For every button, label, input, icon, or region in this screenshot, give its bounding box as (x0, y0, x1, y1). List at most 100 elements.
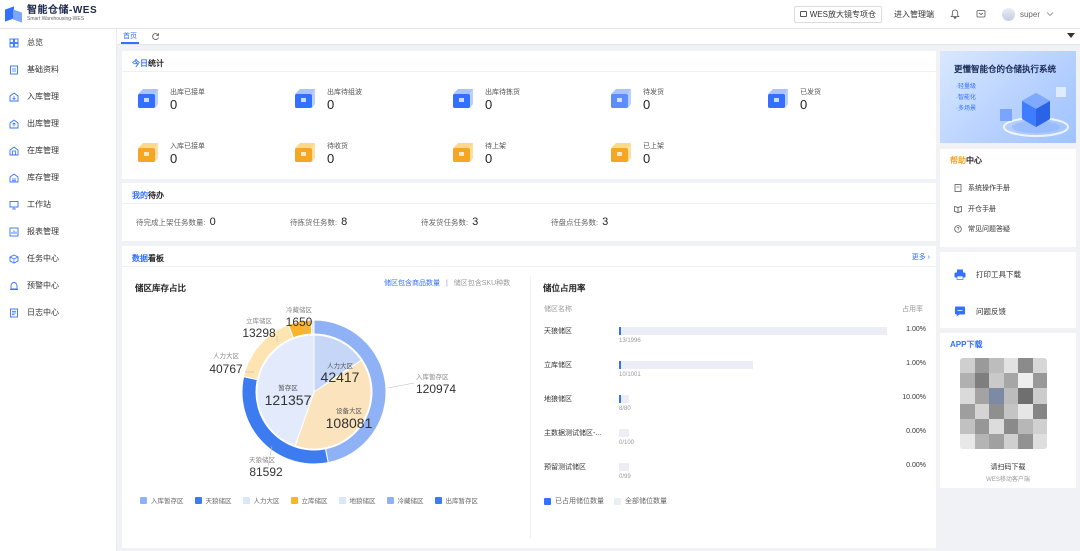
toggle-goods-qty[interactable]: 储区包含商品数量 (384, 280, 440, 287)
feedback-link[interactable]: 问题反馈 (954, 306, 1006, 317)
sidebar-item-task[interactable]: 任务中心 (0, 245, 116, 272)
qr-block (1018, 373, 1033, 389)
big-screen-button[interactable]: WES放大镜专项仓 (793, 5, 882, 23)
stat-shipped[interactable]: 已发货 0 (766, 85, 916, 117)
toggle-sku-count[interactable]: 储区包含SKU种数 (454, 280, 510, 287)
stat-to-receive[interactable]: 待收货 0 (293, 139, 443, 171)
sidebar-item-report[interactable]: 报表管理 (0, 218, 116, 245)
qr-block (974, 418, 989, 434)
sidebar-item-overview[interactable]: 总览 (0, 29, 116, 56)
qr-block (960, 418, 975, 434)
occupancy-legend: 已占用储位数量 全部储位数量 (544, 496, 667, 506)
admin-link[interactable]: 进入管理端 (894, 9, 934, 20)
qr-block (989, 373, 1004, 389)
sidebar-item-alert[interactable]: 预警中心 (0, 272, 116, 299)
occupancy-row: 预留测试储区 0/99 0.00% (544, 462, 926, 492)
legend-item[interactable]: 冷藏储区 (386, 495, 424, 505)
todo-item-shipping[interactable]: 待发货任务数: 3 (421, 216, 478, 228)
more-link[interactable]: 更多 › (912, 252, 930, 262)
legend-label: 天狼储区 (205, 498, 232, 505)
divider (122, 203, 936, 204)
stat-in-received[interactable]: 入库已接单 0 (136, 139, 286, 171)
today-stats-card: 今日统计 出库已接单 0 出库待组波 0 出库待拣货 0 待发货 0 已发货 0 入库已接单 0 待收货… (122, 51, 936, 179)
help-opening-manual[interactable]: 开仓手册 (954, 204, 996, 214)
todo-item-putaway[interactable]: 待完成上架任务数量: 0 (136, 216, 216, 228)
question-icon (954, 225, 962, 233)
help-center-title: 帮助中心 (950, 156, 982, 165)
legend-item[interactable]: 出库暂存区 (434, 495, 478, 505)
sidebar-item-inbound[interactable]: 入库管理 (0, 83, 116, 110)
qr-block (1003, 418, 1018, 434)
stat-value: 0 (643, 97, 651, 112)
legend-total: 全部储位数量 (625, 498, 667, 505)
stat-out-received[interactable]: 出库已接单 0 (136, 85, 286, 117)
stat-label: 出库已接单 (170, 89, 205, 96)
help-center-card: 帮助中心 系统操作手册 开仓手册 常见问题答疑 (940, 149, 1076, 247)
occupancy-area-name: 立库储区 (544, 362, 572, 369)
print-tool-download[interactable]: 打印工具下载 (954, 269, 1021, 280)
stat-putaway-done[interactable]: 已上架 0 (609, 139, 759, 171)
app-qr-code[interactable] (960, 358, 1047, 449)
sidebar-item-inventory[interactable]: 库存管理 (0, 164, 116, 191)
stat-shipped-icon (768, 89, 788, 108)
divider (122, 266, 936, 267)
stat-out-picking[interactable]: 出库待拣货 0 (451, 85, 601, 117)
stat-putaway-done-icon (611, 143, 631, 162)
qr-block (1003, 373, 1018, 389)
qr-block (1003, 403, 1018, 419)
help-faq[interactable]: 常见问题答疑 (954, 224, 1010, 234)
todo-item-counting[interactable]: 待盘点任务数: 3 (551, 216, 608, 228)
stat-to-putaway-icon (453, 143, 473, 162)
label-connector (387, 382, 415, 389)
logo-subtitle: Smart Warehousing-WES (27, 16, 85, 22)
stat-label: 出库待拣货 (485, 89, 520, 96)
message-icon[interactable] (976, 9, 986, 19)
stat-to-ship[interactable]: 待发货 0 (609, 85, 759, 117)
tab-home[interactable]: 首页 (121, 29, 139, 44)
occupancy-rate: 10.00% (902, 394, 926, 401)
legend-item[interactable]: 立库储区 (290, 495, 328, 505)
logo[interactable]: 智能仓储-WES Smart Warehousing-WES (0, 5, 118, 23)
sidebar: 总览 基础资料 入库管理 出库管理 在库管理 库存管理 工作站 报表管理 任务中… (0, 29, 117, 551)
manual-icon (954, 184, 962, 192)
occupancy-area-name: 地狼储区 (544, 396, 572, 403)
legend-label: 地狼储区 (349, 498, 376, 505)
area-inventory-donut-chart: 入库暂存区120974 天狼储区81592 人力大区 40767 立库储区13298 冷藏… (209, 305, 456, 479)
stat-out-wave[interactable]: 出库待组波 0 (293, 85, 443, 117)
qr-block (989, 358, 1004, 374)
qr-block (1018, 418, 1033, 434)
qr-block (974, 388, 989, 404)
occupancy-area-name: 天狼储区 (544, 328, 572, 335)
legend-item[interactable]: 天狼储区 (194, 495, 232, 505)
app-scan-text: 请扫码下载 (990, 464, 1026, 471)
sidebar-item-basic-data[interactable]: 基础资料 (0, 56, 116, 83)
sidebar-item-in-stock[interactable]: 在库管理 (0, 137, 116, 164)
sidebar-item-log[interactable]: 日志中心 (0, 299, 116, 326)
todo-item-picking[interactable]: 待拣货任务数: 8 (290, 216, 347, 228)
user-menu[interactable]: super (1001, 7, 1054, 21)
today-stats-title: 今日统计 (132, 59, 164, 68)
sidebar-item-workstation[interactable]: 工作站 (0, 191, 116, 218)
stat-out-received-icon (138, 89, 158, 108)
outer-ring-value: 40767 (209, 362, 243, 376)
legend-item[interactable]: 入库暂存区 (140, 495, 184, 505)
help-system-manual[interactable]: 系统操作手册 (954, 183, 1010, 193)
tab-dropdown-icon[interactable] (1067, 33, 1075, 38)
alert-icon (9, 281, 19, 291)
qr-block (1032, 373, 1047, 389)
occupancy-rate: 0.00% (906, 462, 926, 469)
legend-swatch (386, 496, 394, 504)
bell-icon[interactable] (950, 9, 960, 19)
outer-ring-label: 天狼储区 (249, 455, 276, 464)
stat-label: 待发货 (643, 89, 664, 96)
qr-block (1018, 433, 1033, 449)
legend-item[interactable]: 人力大区 (242, 495, 280, 505)
tab-bar: 首页 (117, 29, 1080, 45)
legend-item[interactable]: 地狼储区 (338, 495, 376, 505)
sidebar-item-outbound[interactable]: 出库管理 (0, 110, 116, 137)
warehouse-illustration (1000, 87, 1069, 137)
qr-block (989, 418, 1004, 434)
stat-to-putaway[interactable]: 待上架 0 (451, 139, 601, 171)
product-banner[interactable]: 更懂智能仓的仓储执行系统 ·轻量级 ·智能化 ·多场景 (940, 51, 1076, 143)
refresh-icon[interactable] (151, 32, 160, 41)
